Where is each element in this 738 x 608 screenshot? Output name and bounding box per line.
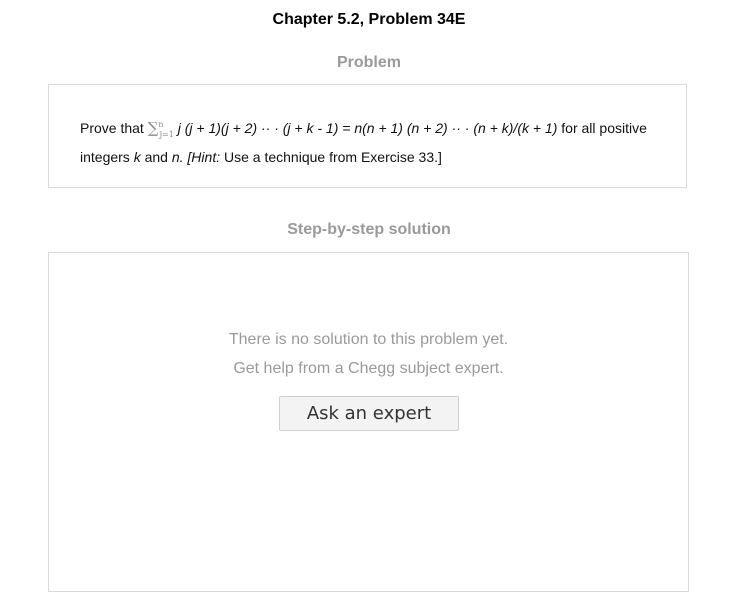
problem-box: Prove that ∑nj=1 j (j + 1)(j + 2) ·· · (…	[48, 84, 687, 188]
problem-statement: Prove that ∑nj=1 j (j + 1)(j + 2) ·· · (…	[80, 113, 650, 169]
problem-and: and	[140, 149, 172, 165]
hint-text: Use a technique from Exercise 33.]	[220, 149, 442, 165]
variable-n: n.	[171, 149, 184, 165]
solution-box: There is no solution to this problem yet…	[48, 252, 689, 592]
summation-upper-limit: n	[158, 120, 164, 129]
ask-expert-button[interactable]: Ask an expert	[279, 396, 459, 431]
problem-expression: j (j + 1)(j + 2) ·· · (j + k - 1) = n(n …	[173, 120, 558, 136]
problem-section-title: Problem	[336, 54, 401, 71]
variable-k: k	[133, 149, 141, 165]
expert-help-message: Get help from a Chegg subject expert.	[233, 360, 504, 377]
no-solution-message: There is no solution to this problem yet…	[228, 331, 509, 348]
summation-sign: ∑	[147, 119, 159, 137]
hint-label: [Hint:	[183, 149, 221, 165]
solution-section-title: Step-by-step solution	[287, 221, 451, 238]
chapter-title: Chapter 5.2, Problem 34E	[272, 11, 466, 28]
summation-lower-limit: j=1	[159, 130, 174, 139]
summation-symbol: ∑nj=1	[147, 119, 174, 139]
problem-lead: Prove that	[80, 120, 148, 136]
